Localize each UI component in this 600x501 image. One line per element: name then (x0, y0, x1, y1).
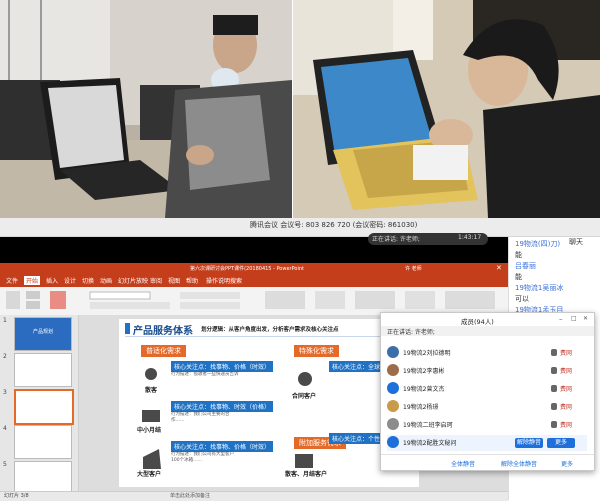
tab-insert[interactable]: 插入 (46, 276, 58, 285)
members-dialog: 成员(94人) – □ ✕ 正在讲话: 许老师; 19物流2刘拉德明 费网 19… (380, 312, 595, 471)
chat-sender: 19物流(四)刀) (515, 240, 561, 248)
student-photo (293, 0, 600, 218)
member-name: 19物流二班李启珂 (403, 422, 453, 429)
member-name: 19物流2配胜文秘问 (403, 440, 457, 447)
video-feed-left (0, 0, 292, 218)
tab-search[interactable]: 操作说明搜索 (206, 276, 242, 285)
customer-walkin: 散客 (145, 387, 158, 394)
chat-message: 能 (515, 251, 522, 259)
desc-common: 行为描述：揽收者一些快递员告诉 (171, 372, 239, 377)
restore-icon[interactable]: □ (571, 315, 577, 322)
customer-sme: 中小月结 (137, 427, 162, 434)
unmute-button[interactable]: 解除静音 (515, 438, 543, 448)
thumb-num: 5 (3, 461, 7, 468)
footer-more-button[interactable]: 更多 (561, 459, 573, 468)
speaking-pill: 正在讲话: 许老师; 1:43:17 (368, 233, 488, 245)
thumb-label: 产品规划 (33, 329, 54, 335)
member-row[interactable]: 19物流2刘拉德明 费网 (387, 345, 587, 361)
tab-review[interactable]: 审阅 (150, 276, 162, 285)
avatar (387, 382, 399, 394)
meeting-info-text: 腾讯会议 会议号: 803 826 720 (会议密码: 861030) (250, 221, 418, 229)
member-name: 19物流2曾文杰 (403, 386, 445, 393)
ribbon-tabs: 文件 开始 插入 设计 切换 动画 幻灯片放映 审阅 视图 帮助 操作说明搜索 (0, 275, 508, 287)
tab-home[interactable]: 开始 (24, 276, 41, 285)
member-row[interactable]: 19物流二班李启珂 费网 (387, 417, 587, 433)
thumb-num: 2 (3, 353, 7, 360)
members-title: 成员(94人) (461, 318, 494, 326)
member-name: 19物流2杨璟 (403, 404, 439, 411)
tab-help[interactable]: 帮助 (186, 276, 198, 285)
customer-contract: 合同客户 (292, 393, 317, 400)
thumb-num: 3 (3, 389, 7, 396)
slide-thumbnails: 1 产品规划 2 3 4 5 (0, 315, 79, 500)
member-tag: 费网 (560, 350, 573, 357)
thumb-slide-5[interactable] (14, 461, 72, 495)
tab-slideshow[interactable]: 幻灯片放映 (118, 276, 148, 285)
thumb-slide-4[interactable] (14, 425, 72, 459)
dialog-footer: 全体静音 解除全体静音 更多 (381, 454, 594, 471)
thumb-slide-2[interactable] (14, 353, 72, 387)
member-tag: 费网 (560, 404, 573, 411)
member-tag: 费网 (560, 422, 573, 429)
member-name: 19物流2李惠彬 (403, 368, 445, 375)
speaking-strip: 正在讲话: 许老师; (381, 326, 594, 336)
customer-monthly: 散客、月结客户 (285, 471, 328, 478)
chat-sender: 19物流1吴丽冰 (515, 284, 564, 292)
avatar (387, 400, 399, 412)
mic-icon[interactable] (551, 349, 557, 356)
thumb-slide-3[interactable] (14, 389, 74, 425)
tab-transitions[interactable]: 切换 (82, 276, 94, 285)
current-slide: 产品服务体系 划分逻辑：从客户角度出发，分析客户需求及核心关注点 普适化需求 特… (119, 319, 419, 487)
screen-top-strip: 正在讲话: 许老师; 1:43:17 (0, 233, 508, 263)
unmute-all-button[interactable]: 解除全体静音 (501, 459, 537, 468)
meeting-time: 1:43:17 (458, 234, 482, 241)
ppt-user: 许 老师 (405, 266, 422, 272)
chat-message: 可以 (515, 295, 529, 303)
statusbar-slide-count: 幻灯片 3/8 (4, 493, 29, 499)
window-close-icon[interactable]: ✕ (496, 264, 502, 272)
thumb-num: 4 (3, 425, 7, 432)
ribbon-icons (6, 291, 495, 309)
mic-icon[interactable] (551, 385, 557, 392)
close-icon[interactable]: ✕ (583, 315, 588, 322)
chat-sender: 吕春丽 (515, 262, 536, 270)
avatar (387, 436, 399, 448)
mic-icon[interactable] (551, 421, 557, 428)
desc-small: 行为描述：我们公司主要的合作…… (171, 412, 230, 423)
thumb-num: 1 (3, 317, 7, 324)
tab-design[interactable]: 设计 (64, 276, 76, 285)
chat-header: 聊天 (569, 238, 583, 246)
tab-animations[interactable]: 动画 (100, 276, 112, 285)
tab-file[interactable]: 文件 (6, 276, 18, 285)
member-row[interactable]: 19物流2杨璟 费网 (387, 399, 587, 415)
teacher-photo (0, 0, 292, 218)
avatar (387, 418, 399, 430)
desc-large: 行为描述：我们公司有大型客户100个冰箱…… (171, 452, 234, 463)
thumb-slide-1[interactable]: 产品规划 (14, 317, 72, 351)
member-tag: 费网 (560, 368, 573, 375)
video-feed-right (293, 0, 600, 218)
member-row[interactable]: 19物流2李惠彬 费网 (387, 363, 587, 379)
mute-all-button[interactable]: 全体静音 (451, 459, 475, 468)
chat-message: 能 (515, 273, 522, 281)
more-button[interactable]: 更多 (547, 438, 575, 448)
customer-large: 大型客户 (137, 471, 162, 478)
notes-placeholder[interactable]: 单击此处添加备注 (170, 492, 210, 499)
members-speaking: 正在讲话: 许老师; (387, 329, 435, 336)
member-row[interactable]: 19物流2曾文杰 费网 (387, 381, 587, 397)
minimize-icon[interactable]: – (559, 315, 563, 323)
avatar (387, 346, 399, 358)
member-tag: 费网 (560, 386, 573, 393)
mic-icon[interactable] (551, 367, 557, 374)
meeting-info-bar: 腾讯会议 会议号: 803 826 720 (会议密码: 861030) (0, 218, 600, 237)
ppt-window-title: 第六次课研讨会PPT课件(20180415 - PowerPoint (190, 266, 305, 272)
speaking-text: 正在讲话: 许老师; (372, 236, 420, 243)
ppt-titlebar: 第六次课研讨会PPT课件(20180415 - PowerPoint 许 老师 … (0, 263, 508, 275)
member-name: 19物流2刘拉德明 (403, 350, 451, 357)
customer-icons (142, 368, 313, 469)
member-row-hover[interactable]: 19物流2配胜文秘问 解除静音 更多 (387, 435, 587, 451)
tab-view[interactable]: 视图 (168, 276, 180, 285)
mic-icon[interactable] (551, 403, 557, 410)
avatar (387, 364, 399, 376)
